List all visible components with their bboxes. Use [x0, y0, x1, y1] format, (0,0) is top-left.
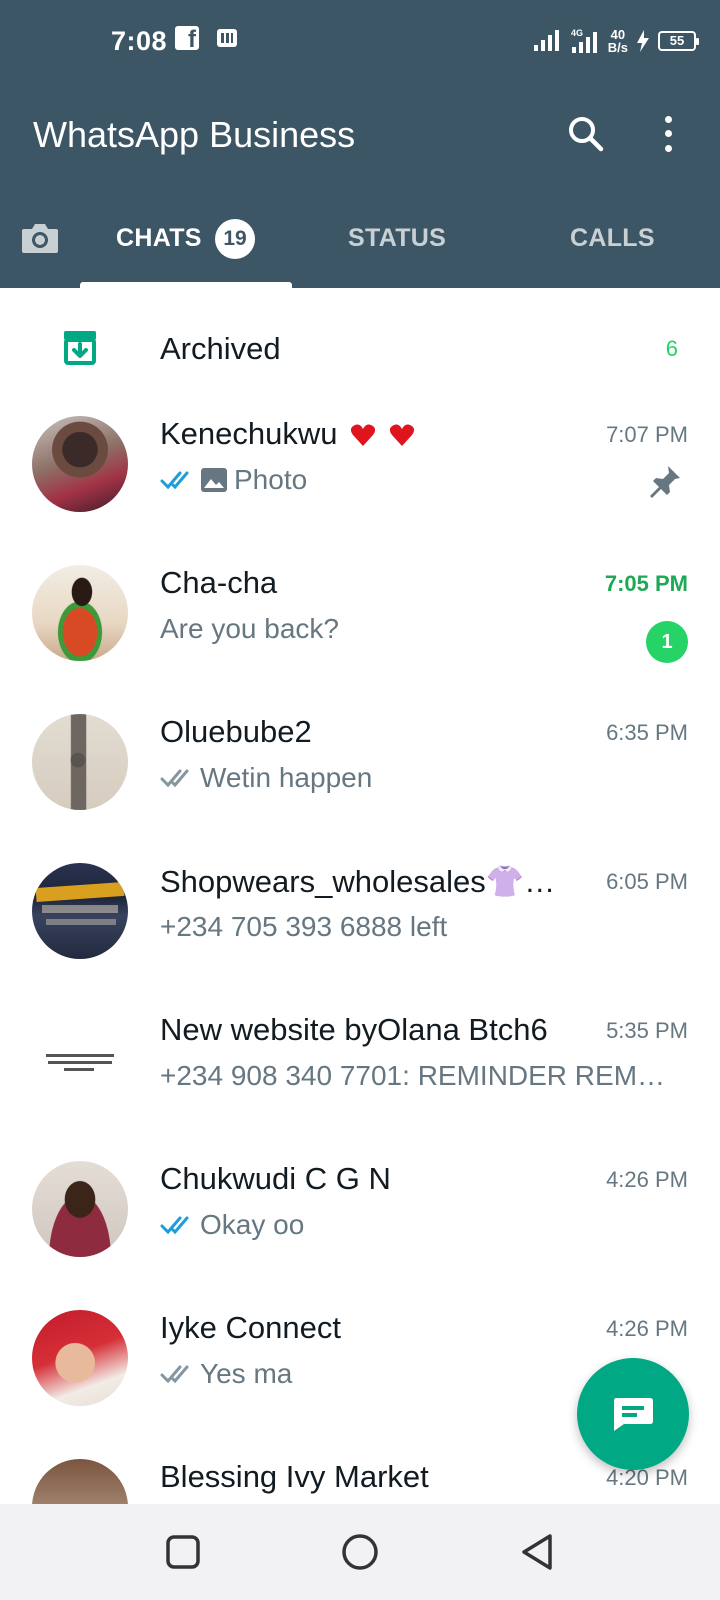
photo-icon	[201, 468, 227, 492]
status-bar: 7:08 f 4G 40 B/s 55	[0, 22, 720, 62]
archived-count: 6	[665, 336, 678, 361]
search-icon[interactable]	[566, 114, 606, 154]
new-chat-icon	[614, 1398, 653, 1431]
pin-icon	[650, 466, 680, 498]
active-tab-indicator	[80, 282, 292, 288]
delivered-ticks-icon	[160, 769, 189, 788]
avatar[interactable]	[32, 863, 128, 959]
status-time: 7:08	[111, 26, 168, 56]
avatar[interactable]	[32, 1161, 128, 1257]
chat-time: 5:35 PM	[606, 1018, 688, 1043]
chat-name: Blessing Ivy Market	[160, 1459, 429, 1494]
chat-row[interactable]: Chukwudi C G N 4:26 PM Okay oo	[0, 1147, 720, 1297]
camera-icon[interactable]	[20, 220, 60, 256]
facebook-notification-icon: f	[175, 26, 199, 50]
tab-calls[interactable]: CALLS	[570, 224, 655, 253]
heart-emoji-icon	[351, 424, 376, 446]
chat-row[interactable]: New website byOlana Btch6 5:35 PM +234 9…	[0, 998, 720, 1148]
chat-name: Cha-cha	[160, 565, 278, 600]
avatar[interactable]	[32, 1310, 128, 1406]
payment-notification-icon	[217, 29, 237, 47]
chat-preview: Photo	[160, 464, 670, 496]
chat-name: Kenechukwu	[160, 416, 580, 452]
chat-name: Chukwudi C G N	[160, 1161, 391, 1196]
chats-count-badge: 19	[215, 219, 255, 259]
chat-name: Iyke Connect	[160, 1310, 341, 1345]
chat-time: 7:05 PM	[604, 571, 688, 596]
system-nav-bar	[0, 1504, 720, 1600]
charging-icon	[637, 30, 649, 52]
tab-status[interactable]: STATUS	[348, 224, 446, 253]
chat-preview: Are you back?	[160, 613, 339, 644]
chat-name: Oluebube2	[160, 714, 312, 749]
chat-row[interactable]: Cha-cha 7:05 PM Are you back? 1	[0, 551, 720, 701]
chat-preview: +234 705 393 6888 left	[160, 911, 448, 942]
read-ticks-icon	[160, 1216, 189, 1235]
chat-row[interactable]: Kenechukwu 7:07 PM Photo	[0, 402, 720, 552]
delivered-ticks-icon	[160, 1365, 189, 1384]
avatar[interactable]	[32, 714, 128, 810]
tab-bar: CHATS 19 STATUS CALLS	[0, 212, 720, 288]
signal-icon	[533, 30, 559, 51]
chat-name: Shopwears_wholesales👚…	[160, 864, 556, 899]
more-vert-icon[interactable]	[658, 112, 678, 156]
svg-text:4G: 4G	[571, 28, 583, 38]
archived-row[interactable]: Archived 6	[0, 293, 720, 403]
avatar[interactable]	[32, 565, 128, 661]
chat-time: 6:05 PM	[606, 869, 688, 894]
network-speed: 40 B/s	[607, 27, 628, 55]
chat-time: 6:35 PM	[606, 720, 688, 745]
archived-label: Archived	[160, 331, 281, 366]
chat-time: 4:26 PM	[606, 1167, 688, 1192]
avatar[interactable]	[32, 1012, 128, 1108]
signal-4g-icon: 4G	[571, 28, 597, 53]
home-icon[interactable]	[340, 1532, 380, 1572]
new-chat-button[interactable]	[577, 1358, 689, 1470]
avatar[interactable]	[32, 416, 128, 512]
app-title: WhatsApp Business	[33, 114, 356, 155]
status-right-cluster: 4G 40 B/s 55	[532, 26, 699, 56]
read-ticks-icon	[160, 471, 189, 490]
chat-name: New website byOlana Btch6	[160, 1012, 548, 1047]
unread-count-badge: 1	[646, 621, 688, 663]
tab-chats[interactable]: CHATS	[116, 224, 202, 253]
chat-preview: Okay oo	[160, 1209, 670, 1241]
chat-row[interactable]: Oluebube2 6:35 PM Wetin happen	[0, 700, 720, 850]
chat-preview: Wetin happen	[160, 762, 670, 794]
app-header: 7:08 f 4G 40 B/s 55 WhatsApp Business CH…	[0, 0, 720, 288]
heart-emoji-icon	[389, 424, 414, 446]
chat-row[interactable]: Shopwears_wholesales👚… 6:05 PM +234 705 …	[0, 849, 720, 999]
recents-icon[interactable]	[163, 1532, 203, 1572]
archive-icon	[64, 331, 96, 365]
chat-preview: +234 908 340 7701: REMINDER REM…	[160, 1060, 666, 1091]
chat-time: 4:26 PM	[606, 1316, 688, 1341]
battery-indicator: 55	[658, 31, 699, 51]
chat-time: 7:07 PM	[606, 422, 688, 447]
back-icon[interactable]	[518, 1532, 558, 1572]
chat-time: 4:20 PM	[606, 1465, 688, 1490]
